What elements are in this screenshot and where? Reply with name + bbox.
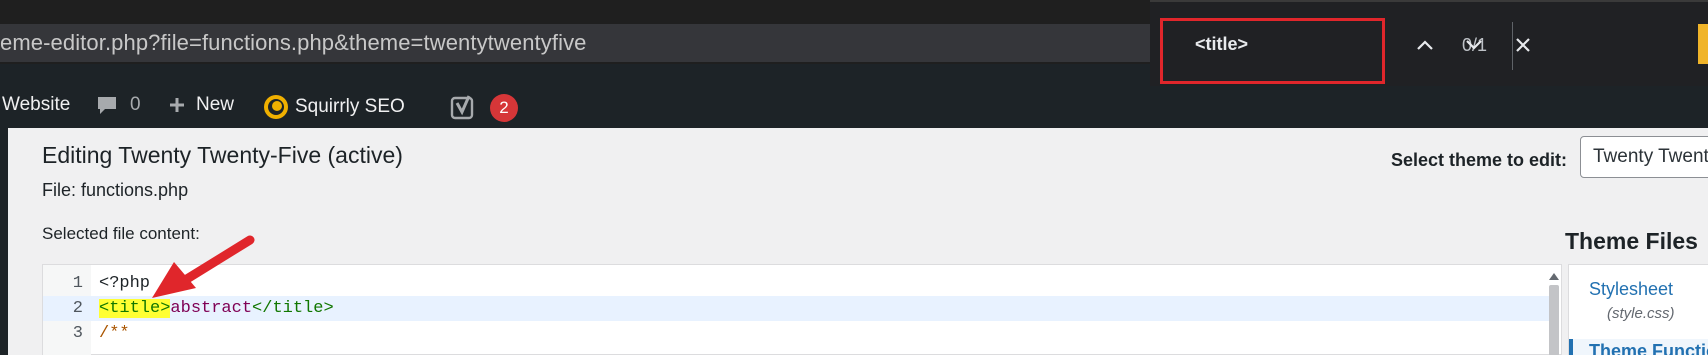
find-close-button[interactable] (1506, 30, 1540, 60)
chevron-up-icon (1417, 40, 1433, 50)
admin-bar-site-link[interactable]: Website (2, 94, 70, 116)
line-number: 3 (72, 324, 83, 343)
admin-bar-new-label: New (196, 94, 235, 115)
annotation-arrow-icon (152, 235, 255, 298)
browser-edge-strip (1698, 24, 1708, 64)
chevron-down-icon (1466, 40, 1482, 50)
line-number: 2 (72, 299, 83, 318)
scroll-up-arrow-icon[interactable] (1547, 270, 1561, 282)
find-in-page-bar: 0/1 (1150, 0, 1708, 86)
admin-bar-yoast[interactable]: 2 (450, 94, 518, 122)
code-line-active[interactable]: 2 <title>abstract</title> (43, 296, 1553, 321)
plus-icon (170, 98, 184, 112)
code-text: /** (99, 324, 130, 343)
wp-admin-bar: Website 0 New Squirrly SEO 2 (0, 86, 1708, 128)
theme-file-stylesheet-filename: (style.css) (1607, 305, 1675, 322)
theme-file-functions-label: Theme Functions (1589, 341, 1708, 355)
file-label: File: functions.php (42, 180, 189, 200)
theme-file-stylesheet[interactable]: Stylesheet (1589, 279, 1673, 300)
theme-files-list: Stylesheet (style.css) Theme Functions (1568, 264, 1708, 355)
find-input[interactable] (1195, 34, 1365, 55)
address-bar-url[interactable]: eme-editor.php?file=functions.php&theme=… (0, 30, 587, 56)
admin-bar-new[interactable]: New (168, 94, 234, 116)
admin-bar-comments[interactable]: 0 (96, 94, 141, 116)
line-number: 1 (72, 274, 83, 293)
code-token: </title> (252, 299, 334, 318)
admin-bar-seo-label: Squirrly SEO (295, 96, 405, 117)
page-title: Editing Twenty Twenty-Five (active) (42, 142, 403, 168)
admin-bar-site-label: Website (2, 94, 71, 115)
comment-bubble-icon (98, 97, 116, 114)
theme-file-functions-active[interactable]: Theme Functions (1569, 339, 1708, 355)
code-line[interactable]: 1 <?php (43, 271, 1553, 296)
admin-bar-squirrly-seo[interactable]: Squirrly SEO (263, 94, 405, 120)
find-next-button[interactable] (1457, 30, 1491, 60)
yoast-notification-badge: 2 (490, 94, 518, 122)
theme-select-dropdown[interactable]: Twenty Twenty-Five (1580, 136, 1708, 178)
code-text: <?php (99, 274, 151, 293)
select-theme-label: Select theme to edit: (1391, 150, 1568, 170)
find-previous-button[interactable] (1408, 30, 1442, 60)
theme-files-heading: Theme Files (1565, 228, 1698, 254)
code-editor[interactable]: 1 <?php 2 <title>abstract</title> 3 /** (42, 264, 1562, 355)
scrollbar-thumb[interactable] (1549, 285, 1559, 355)
squirrly-logo-icon (264, 95, 288, 119)
theme-editor-content: Editing Twenty Twenty-Five (active) File… (8, 128, 1708, 355)
comments-count: 0 (130, 94, 141, 115)
close-icon (1516, 38, 1530, 52)
editor-scrollbar[interactable] (1547, 269, 1561, 355)
code-line[interactable]: 3 /** (43, 321, 1553, 346)
yoast-icon (450, 95, 474, 120)
